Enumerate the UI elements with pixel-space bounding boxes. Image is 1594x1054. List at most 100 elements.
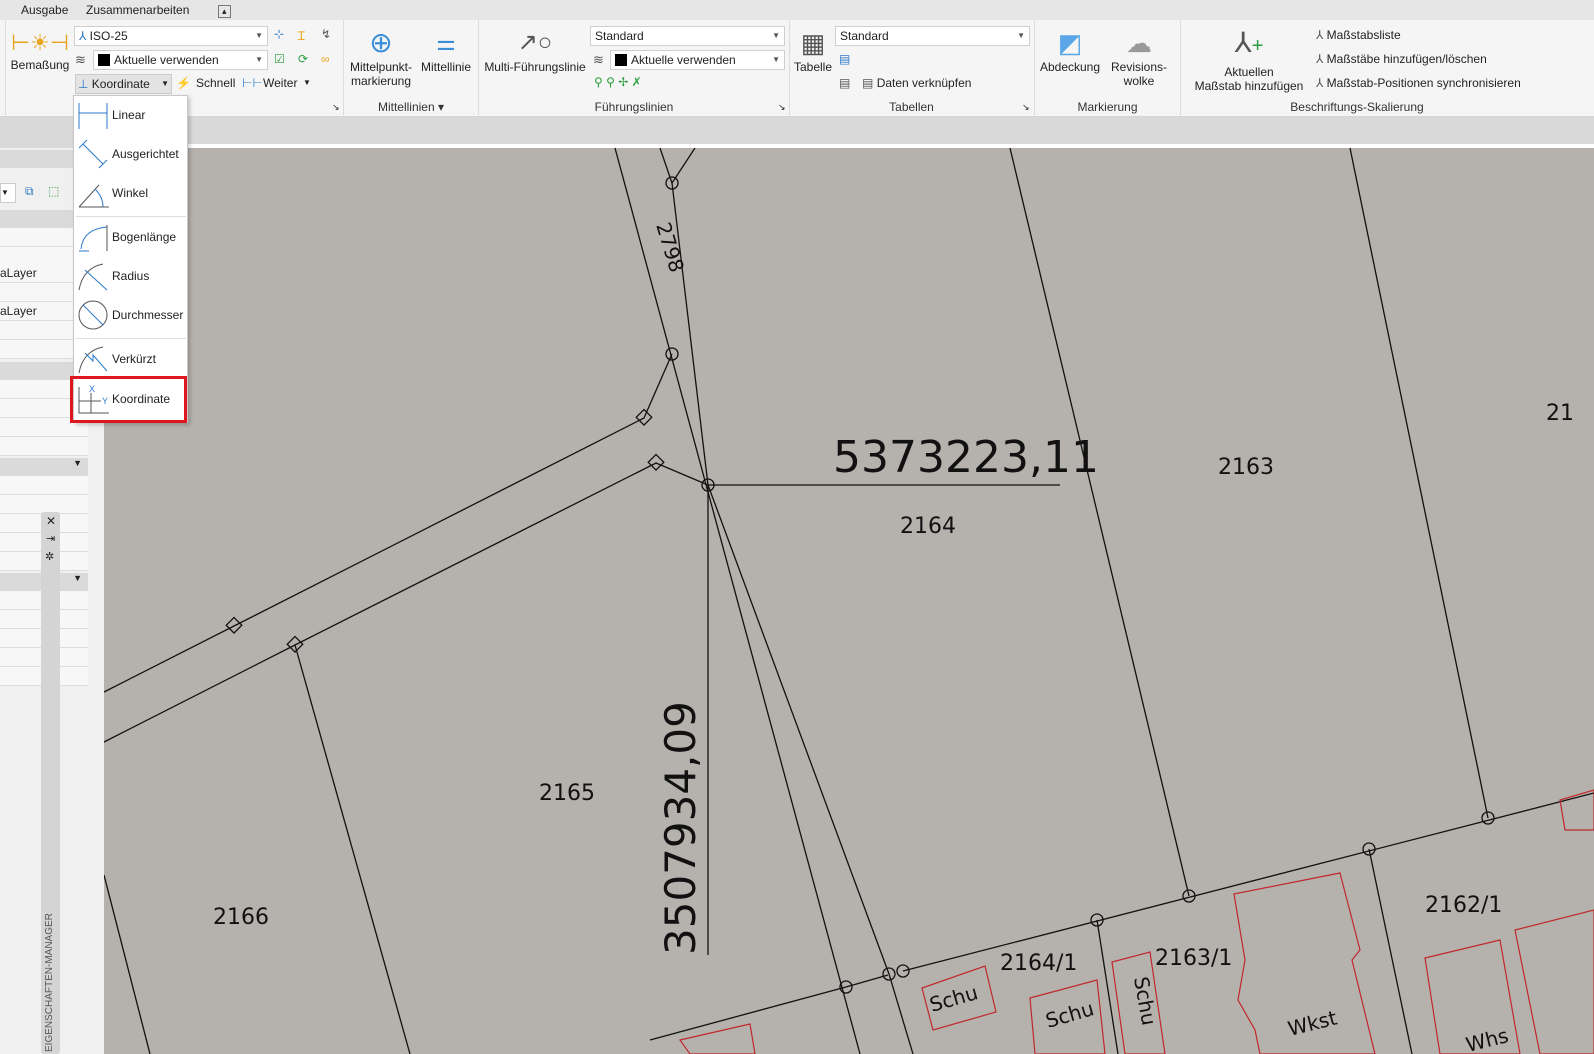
quick-select-icon[interactable]: ⧉: [25, 184, 34, 199]
dimension-button[interactable]: ⊢☀⊣ Bemaßung: [10, 28, 70, 72]
menu-item-aligned[interactable]: Ausgerichtet: [74, 135, 187, 173]
building-label: Schu: [1129, 975, 1161, 1027]
chevron-down-icon[interactable]: ▼: [303, 78, 311, 87]
scale-list-icon: ⅄: [1316, 28, 1327, 42]
parcel-label: 2165: [539, 781, 595, 806]
multileader-button[interactable]: ↗○ Multi-Führungslinie: [482, 26, 588, 74]
wipeout-button[interactable]: ◩ Abdeckung: [1038, 26, 1102, 74]
dim-layer-select[interactable]: Aktuelle verwenden ▼: [93, 50, 268, 70]
parcel-label: 2163: [1218, 455, 1274, 480]
parcel-label: 2162/1: [1425, 893, 1502, 918]
parcel-line: [1009, 148, 1190, 897]
mleader-style-select[interactable]: Standard ▼: [590, 26, 785, 46]
center-mark-icon: ⊕: [369, 27, 393, 58]
dimension-type-split-button[interactable]: ⊥ Koordinate ▼: [75, 74, 172, 94]
close-icon[interactable]: ✕: [46, 514, 56, 528]
dimension-label: Bemaßung: [10, 58, 70, 72]
group-beschriftungs-skalierung: Beschriftungs-Skalierung: [1290, 100, 1424, 114]
parcel-label: 21: [1546, 401, 1574, 426]
mleader-layer-value: Aktuelle verwenden: [631, 53, 736, 67]
menu-item-angular[interactable]: Winkel: [74, 174, 187, 212]
table-icon: ▦: [800, 28, 826, 58]
ribbon: ⊢☀⊣ Bemaßung ⅄ ISO-25 ▼ ≋ Aktuelle verwen…: [0, 20, 1594, 117]
centerline-button[interactable]: ⚌ Mittellinie: [418, 26, 474, 74]
add-delete-scales-button[interactable]: ⅄ Maßstäbe hinzufügen/löschen: [1316, 52, 1487, 66]
multileader-label: Multi-Führungslinie: [484, 60, 586, 74]
object-select[interactable]: ▼: [0, 183, 16, 203]
center-mark-button[interactable]: ⊕ Mittelpunkt- markierung: [346, 26, 416, 88]
parcel-line: [104, 353, 673, 693]
chevron-down-icon[interactable]: ▼: [73, 573, 82, 583]
quick-dim-button[interactable]: Schnell: [196, 76, 235, 90]
autohide-icon[interactable]: ⇥: [46, 532, 55, 545]
aligned-dim-icon: [78, 139, 108, 169]
dialog-launcher-icon[interactable]: ↘: [332, 102, 340, 113]
parcel-line: [294, 644, 411, 1054]
tab-ausgabe[interactable]: Ausgabe: [21, 3, 68, 17]
parcel-label: 2164: [900, 514, 956, 539]
dialog-launcher-icon[interactable]: ↘: [778, 102, 786, 113]
add-current-scale-label: Aktuellen Maßstab hinzufügen: [1194, 65, 1304, 93]
dim-style-icon: ⅄: [79, 29, 90, 43]
add-leader-icon[interactable]: ⚲ ⚲ ✢ ✗: [594, 75, 642, 89]
dim-text-y[interactable]: 3507934,09: [656, 701, 705, 955]
building-label: Whs: [1463, 1023, 1510, 1054]
sync-scale-positions-button[interactable]: ⅄ Maßstab-Positionen synchronisieren: [1316, 76, 1521, 90]
update-icon[interactable]: ⟳: [298, 52, 308, 66]
sync-icon: ⅄: [1316, 76, 1327, 90]
building-label: Schu: [927, 980, 981, 1017]
adjust-space-icon[interactable]: Ɪ: [298, 27, 305, 44]
data-link-button[interactable]: ▤ Daten verknüpfen: [862, 76, 971, 90]
drawing-canvas: 5373223,11 3507934,09 2798 2163 2164 216…: [104, 148, 1594, 1054]
ribbon-tabs: Ausgabe Zusammenarbeiten ▴: [0, 0, 1594, 20]
table-button[interactable]: ▦ Tabelle: [792, 26, 834, 74]
inspect-icon[interactable]: ☑: [274, 52, 285, 66]
menu-item-jogged[interactable]: Verkürzt: [74, 340, 187, 378]
dim-layer-value: Aktuelle verwenden: [114, 53, 219, 67]
highlight-box-koordinate: [70, 376, 187, 423]
select-objects-icon[interactable]: ⬚: [48, 184, 59, 198]
dialog-launcher-icon[interactable]: ↘: [1022, 102, 1030, 113]
dim-style-select[interactable]: ⅄ ISO-25 ▼: [74, 26, 268, 46]
extract-data-icon[interactable]: ▤: [839, 52, 850, 66]
dim-text-x[interactable]: 5373223,11: [833, 432, 1099, 483]
boundary-point-diamonds: [225, 408, 665, 653]
scale-list-button[interactable]: ⅄ Maßstabsliste: [1316, 28, 1401, 42]
parcel-line: [902, 792, 1594, 972]
center-mark-label: Mittelpunkt- markierung: [349, 60, 413, 88]
revcloud-button[interactable]: ☁ Revisions- wolke: [1106, 26, 1172, 88]
palette-title: EIGENSCHAFTEN-MANAGER: [44, 913, 55, 1052]
multileader-icon: ↗○: [517, 29, 553, 56]
parcel-label: 2163/1: [1155, 946, 1232, 971]
quick-dim-icon: ⚡: [176, 76, 191, 90]
layer-icon: ≋: [75, 52, 86, 67]
mleader-layer-select[interactable]: Aktuelle verwenden ▼: [610, 50, 785, 70]
add-current-scale-button[interactable]: ⅄+ Aktuellen Maßstab hinzufügen: [1190, 24, 1308, 93]
menu-item-linear[interactable]: Linear: [74, 96, 187, 134]
data-link-label: Daten verknüpfen: [876, 76, 972, 90]
boundary-point-circles: [665, 176, 1495, 994]
table-label: Tabelle: [793, 60, 833, 74]
properties-icon[interactable]: ✲: [45, 550, 54, 563]
break-icon[interactable]: ⊹: [274, 27, 284, 41]
reassociate-icon[interactable]: ∞: [321, 52, 330, 66]
tab-zusammenarbeiten[interactable]: Zusammenarbeiten: [86, 3, 189, 17]
menu-item-radius[interactable]: Radius: [74, 257, 187, 295]
wipeout-icon: ◩: [1057, 28, 1083, 58]
menu-item-arc-length[interactable]: Bogenlänge: [74, 218, 187, 256]
centerline-icon: ⚌: [436, 30, 456, 55]
link-table-icon[interactable]: ▤: [839, 76, 850, 90]
parcel-label: 2166: [213, 905, 269, 930]
parcel-line: [104, 462, 709, 743]
palette-titlebar[interactable]: ✕ ⇥ ✲ EIGENSCHAFTEN-MANAGER: [41, 512, 60, 1054]
arc-length-icon: [79, 225, 108, 252]
table-style-select[interactable]: Standard ▼: [835, 26, 1030, 46]
continue-button[interactable]: Weiter: [263, 76, 297, 90]
menu-item-diameter[interactable]: Durchmesser: [74, 296, 187, 334]
group-mittellinien[interactable]: Mittellinien ▾: [344, 100, 478, 114]
chevron-down-icon[interactable]: ▼: [73, 458, 82, 468]
panel-toggle-icon[interactable]: ▴: [218, 5, 231, 18]
dim-style-value: ISO-25: [89, 29, 128, 43]
jog-icon[interactable]: ↯: [321, 27, 331, 41]
dimension-icon: ⊢☀⊣: [10, 30, 70, 55]
